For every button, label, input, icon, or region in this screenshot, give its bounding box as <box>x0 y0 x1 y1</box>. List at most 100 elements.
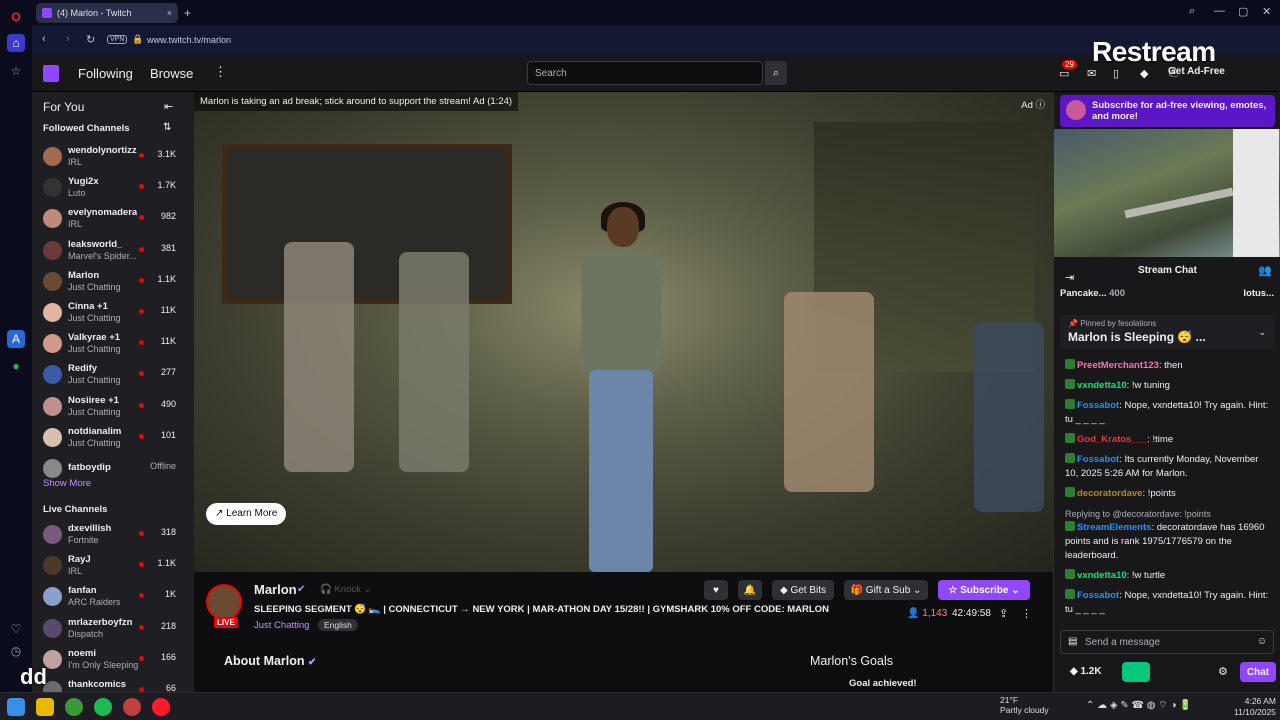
knock-button[interactable]: 🎧 Knock ⌄ <box>320 584 371 595</box>
close-tab-icon[interactable]: × <box>167 8 172 18</box>
chat-message-input[interactable]: ▤ Send a message ☺ <box>1060 630 1274 654</box>
channel-points[interactable]: ◆ 1.2K <box>1070 666 1102 677</box>
channel-item[interactable]: fanfan ARC Raiders 1K <box>32 582 194 613</box>
sort-icon[interactable]: ⇅ <box>163 122 171 133</box>
subscribe-button[interactable]: ☆ Subscribe ⌄ <box>938 580 1030 600</box>
url-field[interactable]: www.twitch.tv/marlon <box>147 35 231 45</box>
chat-username[interactable]: Fossabot <box>1077 454 1119 465</box>
back-icon[interactable]: ‹ <box>42 33 46 45</box>
follow-heart-icon[interactable]: ♥ <box>704 580 728 600</box>
leaderboard-row[interactable]: Pancake... 400 lotus... <box>1060 288 1278 299</box>
system-tray[interactable]: ⌃ ☁ ◈ ✎ ☎ ◍ ⌔ ◑ 🔋 <box>1086 699 1192 712</box>
chat-username[interactable]: God_Kratos___ <box>1077 434 1147 445</box>
channel-item[interactable]: Nosiiree +1 Just Chatting 490 <box>32 392 194 423</box>
channel-item[interactable]: notdianalim Just Chatting 101 <box>32 423 194 454</box>
channel-item[interactable]: mrlazerboyfzn Dispatch 218 <box>32 614 194 645</box>
channel-item[interactable]: Cinna +1 Just Chatting 11K <box>32 298 194 329</box>
close-window-icon[interactable]: ✕ <box>1262 5 1271 18</box>
channel-item[interactable]: evelynomadera IRL 982 <box>32 204 194 235</box>
chat-username[interactable]: decoratordave <box>1077 488 1142 499</box>
whispers-icon[interactable]: ▯ <box>1113 67 1119 80</box>
nav-following[interactable]: Following <box>78 66 133 81</box>
forward-icon[interactable]: › <box>66 33 70 45</box>
opera-logo-icon[interactable]: O <box>7 8 25 26</box>
notifications-icon[interactable]: ✉ <box>1087 67 1096 80</box>
streamer-avatar[interactable] <box>206 584 242 620</box>
chevron-down-icon[interactable]: ⌄ <box>1258 327 1266 338</box>
channel-item[interactable]: RayJ IRL 1.1K <box>32 551 194 582</box>
chat-username[interactable]: PreetMerchant123 <box>1077 360 1159 371</box>
channel-item[interactable]: Marlon Just Chatting 1.1K <box>32 267 194 298</box>
reload-icon[interactable]: ↻ <box>86 33 95 46</box>
gift-a-sub-button[interactable]: 🎁 Gift a Sub ⌄ <box>844 580 928 600</box>
twitch-logo-icon[interactable] <box>43 65 59 82</box>
maximize-icon[interactable]: ▢ <box>1238 5 1248 18</box>
bits-icon[interactable]: ◆ <box>1140 67 1148 80</box>
weather-widget[interactable]: 21°F Partly cloudy <box>1000 695 1049 715</box>
app-icon[interactable]: A <box>7 330 25 348</box>
video-player[interactable]: Marlon is taking an ad break; stick arou… <box>194 92 1053 572</box>
star-icon[interactable]: ☆ <box>7 62 25 80</box>
chat-username[interactable]: Fossabot <box>1077 400 1119 411</box>
system-clock[interactable]: 4:26 AM 11/10/2025 <box>1234 696 1276 718</box>
chat-username[interactable]: vxndetta10 <box>1077 570 1127 581</box>
channel-item[interactable]: leaksworld_ Marvel's Spider... 381 <box>32 236 194 267</box>
file-explorer-icon[interactable] <box>36 698 54 716</box>
heart-icon[interactable]: ♡ <box>7 620 25 638</box>
channel-item[interactable]: Yugi2x Luto 1.7K <box>32 173 194 204</box>
patron-figure <box>399 252 469 472</box>
chat-identity-icon[interactable]: ▤ <box>1068 636 1077 647</box>
minimize-icon[interactable]: — <box>1214 5 1225 17</box>
channel-name: fanfan <box>68 585 97 597</box>
channel-item[interactable]: wendolynortizz IRL 3.1K <box>32 142 194 173</box>
chat-send-button[interactable]: Chat <box>1240 662 1276 682</box>
channel-item[interactable]: thankcomics 66 <box>32 676 194 692</box>
channel-points-reward-icon[interactable] <box>1122 662 1150 682</box>
chat-username[interactable]: vxndetta10 <box>1077 380 1127 391</box>
learn-more-button[interactable]: ↗ Learn More <box>206 503 287 525</box>
home-icon[interactable]: ⌂ <box>7 34 25 52</box>
search-button[interactable]: ⌕ <box>765 61 787 85</box>
streamer-name[interactable]: Marlon <box>254 582 297 597</box>
notification-bell-icon[interactable]: 🔔 <box>738 580 762 600</box>
opera-icon[interactable] <box>152 698 170 716</box>
spotify-icon[interactable]: ● <box>7 357 25 375</box>
channel-name: RayJ <box>68 554 91 566</box>
collapse-sidebar-icon[interactable]: ⇤ <box>164 100 173 113</box>
chat-username[interactable]: StreamElements <box>1077 522 1151 533</box>
channel-name: dxevillish <box>68 523 112 534</box>
search-icon[interactable]: ⌕ <box>1189 5 1195 18</box>
chrome-profile-icon[interactable] <box>123 698 141 716</box>
chrome-icon[interactable] <box>65 698 83 716</box>
show-more-link[interactable]: Show More <box>43 478 91 489</box>
browser-tab[interactable]: (4) Marlon - Twitch × <box>36 3 178 23</box>
search-input[interactable]: Search <box>527 61 763 85</box>
ad-label[interactable]: Ad ⓘ <box>1021 97 1045 111</box>
share-icon[interactable]: ⇪ <box>999 607 1008 620</box>
history-icon[interactable]: ◷ <box>7 642 25 660</box>
more-options-icon[interactable]: ⋮ <box>214 64 227 80</box>
language-tag[interactable]: English <box>318 619 358 631</box>
channel-name: thankcomics <box>68 679 127 690</box>
gear-icon[interactable]: ⚙ <box>1218 665 1228 678</box>
channel-item[interactable]: dxevillish Fortnite 318 <box>32 520 194 551</box>
more-options-icon[interactable]: ⋮ <box>1021 607 1032 620</box>
vpn-badge[interactable]: VPN <box>107 35 128 44</box>
channel-game: Just Chatting <box>68 406 121 417</box>
subscribe-promo-banner[interactable]: Subscribe for ad-free viewing, emotes, a… <box>1060 95 1275 127</box>
category-link[interactable]: Just Chatting <box>254 620 309 631</box>
chat-username[interactable]: Fossabot <box>1077 590 1119 601</box>
picture-in-picture-video[interactable] <box>1054 129 1280 257</box>
chat-users-icon[interactable]: 👥 <box>1258 264 1272 277</box>
channel-item[interactable]: noemi I'm Only Sleeping 166 <box>32 645 194 676</box>
nav-browse[interactable]: Browse <box>150 66 193 81</box>
new-tab-icon[interactable]: + <box>184 6 191 20</box>
emote-icon[interactable]: ☺ <box>1257 636 1267 647</box>
get-bits-button[interactable]: ◆ Get Bits <box>772 580 834 600</box>
spotify-icon[interactable] <box>94 698 112 716</box>
chat-panel: Subscribe for ad-free viewing, emotes, a… <box>1053 92 1280 692</box>
start-menu-icon[interactable] <box>7 698 25 716</box>
channel-item[interactable]: Redify Just Chatting 277 <box>32 360 194 391</box>
pinned-message[interactable]: 📌 Pinned by fesolations Marlon is Sleepi… <box>1060 315 1274 350</box>
channel-item[interactable]: Valkyrae +1 Just Chatting 11K <box>32 329 194 360</box>
